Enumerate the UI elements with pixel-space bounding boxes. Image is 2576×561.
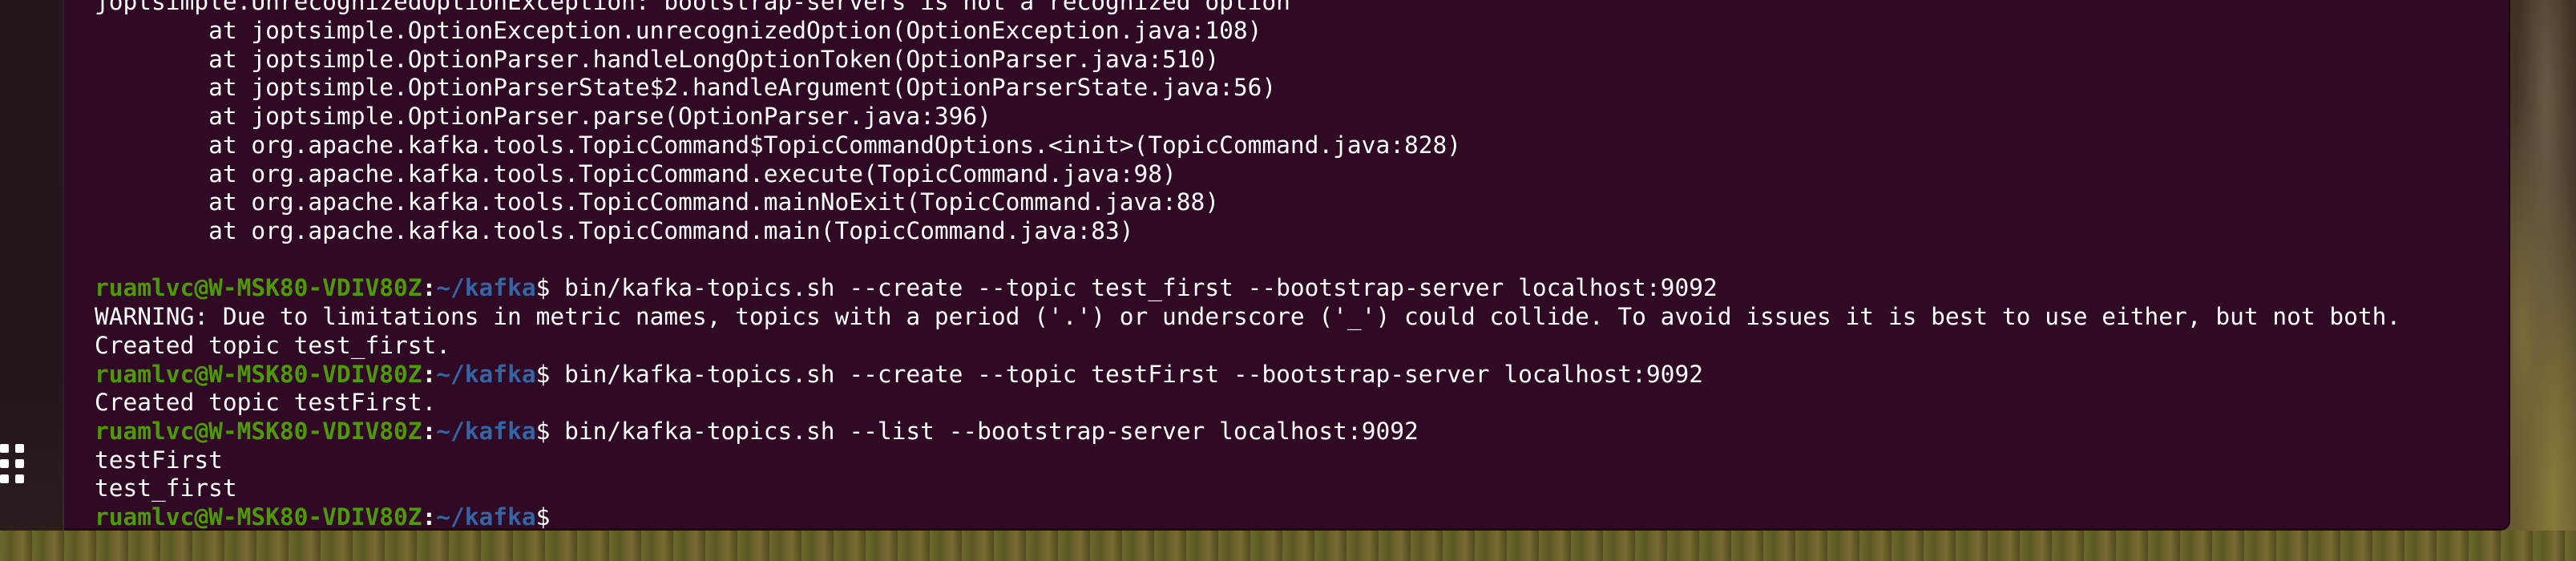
- dock: [0, 0, 63, 531]
- output-line: Created topic test_first.: [95, 332, 451, 359]
- warning-line: WARNING: Due to limitations in metric na…: [95, 303, 2401, 330]
- prompt-separator: :: [422, 361, 437, 388]
- trace-line: at org.apache.kafka.tools.TopicCommand.m…: [95, 188, 1220, 216]
- wallpaper-bottom: [0, 531, 2576, 561]
- trace-line: at org.apache.kafka.tools.TopicCommand$T…: [95, 131, 1462, 159]
- prompt-line: ruamlvc@W-MSK80-VDIV80Z:~/kafka$ bin/kaf…: [95, 417, 1419, 446]
- prompt-symbol: $: [535, 418, 551, 445]
- prompt-path: ~/kafka: [436, 503, 536, 531]
- prompt-line: ruamlvc@W-MSK80-VDIV80Z:~/kafka$ bin/kaf…: [95, 360, 1703, 389]
- prompt-path: ~/kafka: [436, 361, 536, 388]
- prompt-user-host: ruamlvc@W-MSK80-VDIV80Z: [95, 418, 422, 445]
- command-text: bin/kafka-topics.sh --create --topic tes…: [550, 361, 1703, 388]
- prompt-separator: :: [422, 503, 437, 531]
- trace-line: at org.apache.kafka.tools.TopicCommand.e…: [95, 160, 1177, 188]
- output-line: test_first: [95, 474, 237, 502]
- prompt-symbol: $: [535, 503, 551, 531]
- terminal-window[interactable]: joptsimple.UnrecognizedOptionException: …: [64, 0, 2510, 531]
- trace-line: at joptsimple.OptionParser.parse(OptionP…: [95, 103, 991, 130]
- command-text: bin/kafka-topics.sh --create --topic tes…: [550, 274, 1718, 301]
- prompt-user-host: ruamlvc@W-MSK80-VDIV80Z: [95, 274, 422, 301]
- output-line: testFirst: [95, 446, 223, 474]
- prompt-symbol: $: [535, 274, 551, 301]
- apps-grid-icon[interactable]: [0, 444, 32, 497]
- trace-line: joptsimple.UnrecognizedOptionException: …: [95, 0, 1290, 15]
- prompt-symbol: $: [535, 361, 551, 388]
- output-line: Created topic testFirst.: [95, 389, 437, 416]
- prompt-separator: :: [422, 274, 437, 301]
- prompt-user-host: ruamlvc@W-MSK80-VDIV80Z: [95, 503, 422, 531]
- trace-line: at org.apache.kafka.tools.TopicCommand.m…: [95, 217, 1134, 244]
- trace-line: at joptsimple.OptionParser.handleLongOpt…: [95, 46, 1220, 73]
- prompt-path: ~/kafka: [436, 274, 536, 301]
- prompt-path: ~/kafka: [436, 418, 536, 445]
- command-text: bin/kafka-topics.sh --list --bootstrap-s…: [550, 418, 1419, 445]
- prompt-separator: :: [422, 418, 437, 445]
- prompt-line[interactable]: ruamlvc@W-MSK80-VDIV80Z:~/kafka$: [95, 502, 551, 531]
- trace-line: at joptsimple.OptionParserState$2.handle…: [95, 74, 1277, 101]
- prompt-line: ruamlvc@W-MSK80-VDIV80Z:~/kafka$ bin/kaf…: [95, 273, 1718, 302]
- terminal-output[interactable]: joptsimple.UnrecognizedOptionException: …: [95, 0, 2509, 529]
- wallpaper-right: [2501, 0, 2576, 561]
- trace-line: at joptsimple.OptionException.unrecogniz…: [95, 17, 1262, 44]
- prompt-user-host: ruamlvc@W-MSK80-VDIV80Z: [95, 361, 422, 388]
